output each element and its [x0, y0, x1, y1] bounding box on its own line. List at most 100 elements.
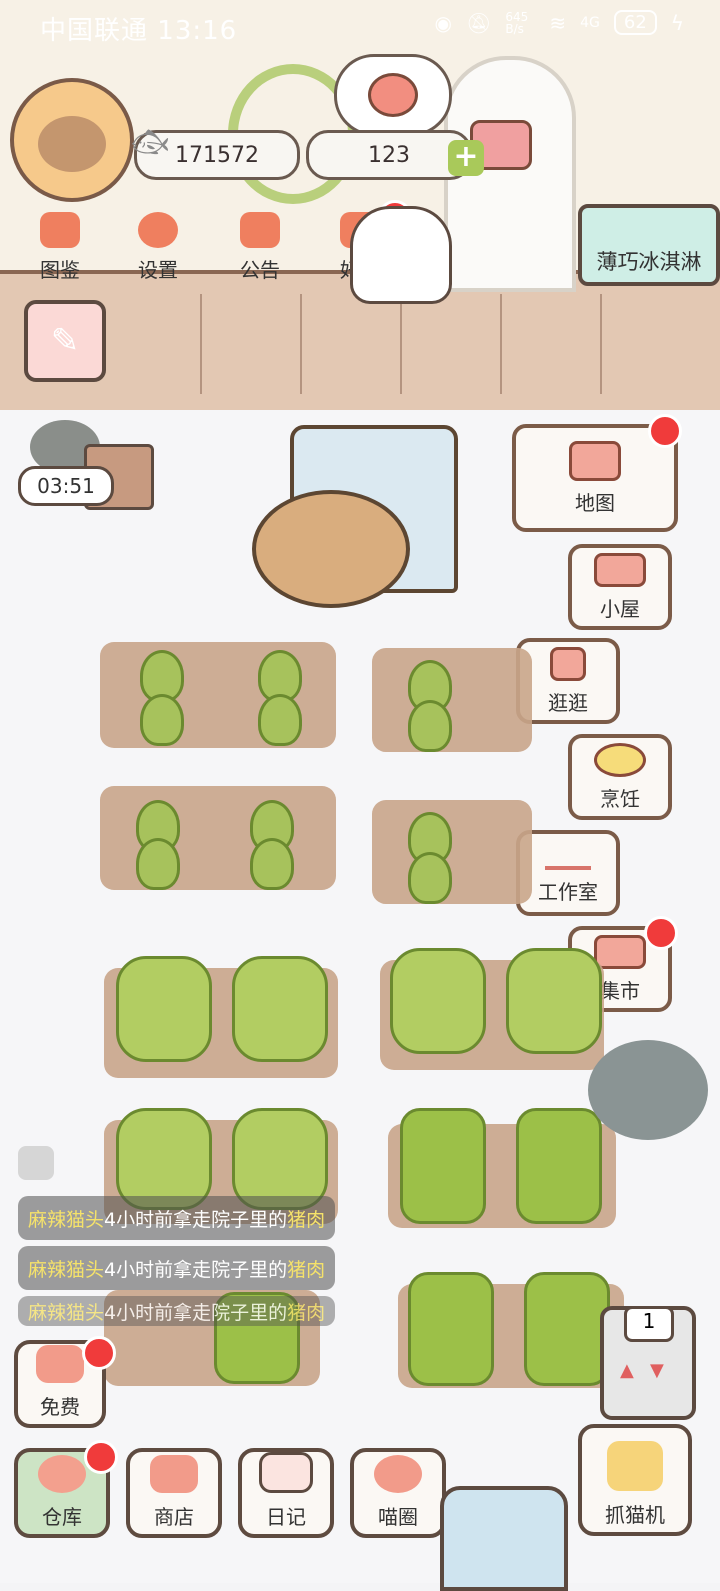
cooking-button[interactable]: 烹饪 [568, 734, 672, 820]
free-badge [82, 1336, 116, 1370]
heart-bubble-icon[interactable] [334, 54, 452, 136]
wifi-icon: ≋ [549, 10, 567, 35]
diary-icon [259, 1452, 313, 1493]
clock: 13:16 [157, 16, 238, 46]
leafy-crop-icon [232, 956, 328, 1062]
player-avatar[interactable] [10, 78, 134, 202]
up-arrow-icon[interactable]: ▲ [620, 1360, 634, 1381]
elevator-floor: 1 [624, 1306, 674, 1342]
notice-button[interactable]: 公告 [220, 212, 300, 283]
leafy-crop-icon [232, 1108, 328, 1210]
feed-item: 猪肉 [287, 1208, 326, 1231]
feed-text: 4小时前拿走院子里的 [104, 1301, 288, 1324]
shop-icon [150, 1455, 198, 1493]
cooking-label: 烹饪 [600, 786, 640, 811]
house-icon [594, 552, 646, 587]
stroll-label: 逛逛 [548, 690, 588, 715]
feed-item: 猪肉 [287, 1258, 326, 1281]
pencil-icon: ✎ [50, 321, 80, 361]
net-speed: 645 B/s [505, 9, 529, 36]
settings-button[interactable]: 设置 [118, 212, 198, 283]
leafy-crop-icon [390, 948, 486, 1054]
seedling-icon [258, 694, 302, 746]
heart-amount: 123 [368, 142, 410, 168]
settings-label: 设置 [138, 258, 178, 282]
workshop-label: 工作室 [538, 879, 598, 904]
event-banner[interactable]: 薄巧冰淇淋 [578, 204, 720, 286]
map-label: 地图 [575, 490, 615, 515]
shop-button[interactable]: 商店 [126, 1448, 222, 1538]
claw-machine-button[interactable]: 抓猫机 [578, 1424, 692, 1536]
seedling-icon [408, 852, 452, 904]
collection-button[interactable]: 图鉴 [20, 212, 100, 283]
seedling-icon [250, 838, 294, 890]
chat-toggle-icon[interactable] [18, 1146, 54, 1180]
market-label: 集市 [600, 978, 640, 1003]
fish-coin-icon: 🐟︎ [131, 125, 170, 160]
calico-cat-sprite[interactable] [350, 206, 452, 304]
seedling-icon [140, 694, 184, 746]
warehouse-label: 仓库 [42, 1505, 82, 1529]
countdown-timer: 03:51 [18, 466, 114, 506]
pug-dog-sprite[interactable] [252, 490, 410, 608]
corn-crop-icon [400, 1108, 486, 1224]
cat-planet-icon [374, 1455, 422, 1493]
gift-icon [240, 212, 280, 248]
corn-crop-icon [408, 1272, 494, 1386]
feed-text: 4小时前拿走院子里的 [104, 1258, 288, 1281]
gear-icon [138, 212, 178, 248]
carrier-label: 中国联通 [40, 16, 149, 46]
seedling-icon [408, 700, 452, 752]
event-banner-label: 薄巧冰淇淋 [596, 250, 702, 274]
fence-map-icon [569, 440, 621, 481]
feed-item: 猪肉 [287, 1301, 326, 1324]
collection-label: 图鉴 [40, 258, 80, 282]
claw-machine-label: 抓猫机 [605, 1503, 665, 1527]
diary-button[interactable]: 日记 [238, 1448, 334, 1538]
house-label: 小屋 [600, 596, 640, 621]
charging-icon: ϟ [670, 10, 684, 35]
eye-icon: ◉ [434, 10, 452, 35]
shop-label: 商店 [154, 1505, 194, 1529]
leafy-crop-icon [116, 1108, 212, 1210]
activity-feed-item: 麻辣猫头 4小时前拿走院子里的 猪肉 [18, 1196, 336, 1240]
down-arrow-icon[interactable]: ▼ [650, 1360, 664, 1381]
corn-crop-icon [524, 1272, 610, 1386]
blue-roof-decoration [440, 1486, 568, 1591]
gray-mouse-sprite[interactable] [588, 1040, 708, 1140]
pot-icon [594, 742, 646, 777]
add-currency-button[interactable]: + [448, 140, 484, 176]
coin-counter[interactable]: 🐟︎ 171572 [131, 125, 300, 180]
activity-feed-item: 麻辣猫头 4小时前拿走院子里的 猪肉 [18, 1296, 336, 1326]
feed-user: 麻辣猫头 [28, 1208, 105, 1231]
notice-label: 公告 [240, 258, 280, 282]
timer-value: 03:51 [37, 474, 95, 498]
diary-label: 日记 [266, 1505, 306, 1529]
feed-user: 麻辣猫头 [28, 1258, 105, 1281]
cat-head-icon [40, 212, 80, 248]
activity-feed-item: 麻辣猫头 4小时前拿走院子里的 猪肉 [18, 1246, 336, 1290]
map-badge [648, 414, 682, 448]
claw-icon [607, 1441, 663, 1491]
notepad-button[interactable]: ✎ [24, 300, 106, 382]
heart-icon [36, 1345, 84, 1383]
leafy-crop-icon [116, 956, 212, 1062]
crop-plot[interactable] [372, 648, 532, 752]
status-bar: 中国联通 13:16 ◉ 🔕︎ 645 B/s ≋ 4G 62 ϟ [0, 0, 720, 52]
feed-user: 麻辣猫头 [28, 1301, 105, 1324]
corn-crop-icon [516, 1108, 602, 1224]
market-badge [644, 916, 678, 950]
hanger-icon [545, 842, 591, 870]
warehouse-badge [84, 1440, 118, 1474]
mute-icon: 🔕︎ [465, 10, 492, 35]
cat-circle-button[interactable]: 喵圈 [350, 1448, 446, 1538]
crop-plot[interactable] [100, 786, 336, 890]
door-icon [550, 646, 586, 681]
leafy-crop-icon [506, 948, 602, 1054]
free-label: 免费 [40, 1395, 80, 1419]
crop-plot[interactable] [372, 800, 532, 904]
house-button[interactable]: 小屋 [568, 544, 672, 630]
rice-bowl-icon [38, 1455, 86, 1493]
elevator-panel[interactable]: 1 ▲ ▼ [600, 1306, 696, 1420]
feed-text: 4小时前拿走院子里的 [104, 1208, 288, 1231]
